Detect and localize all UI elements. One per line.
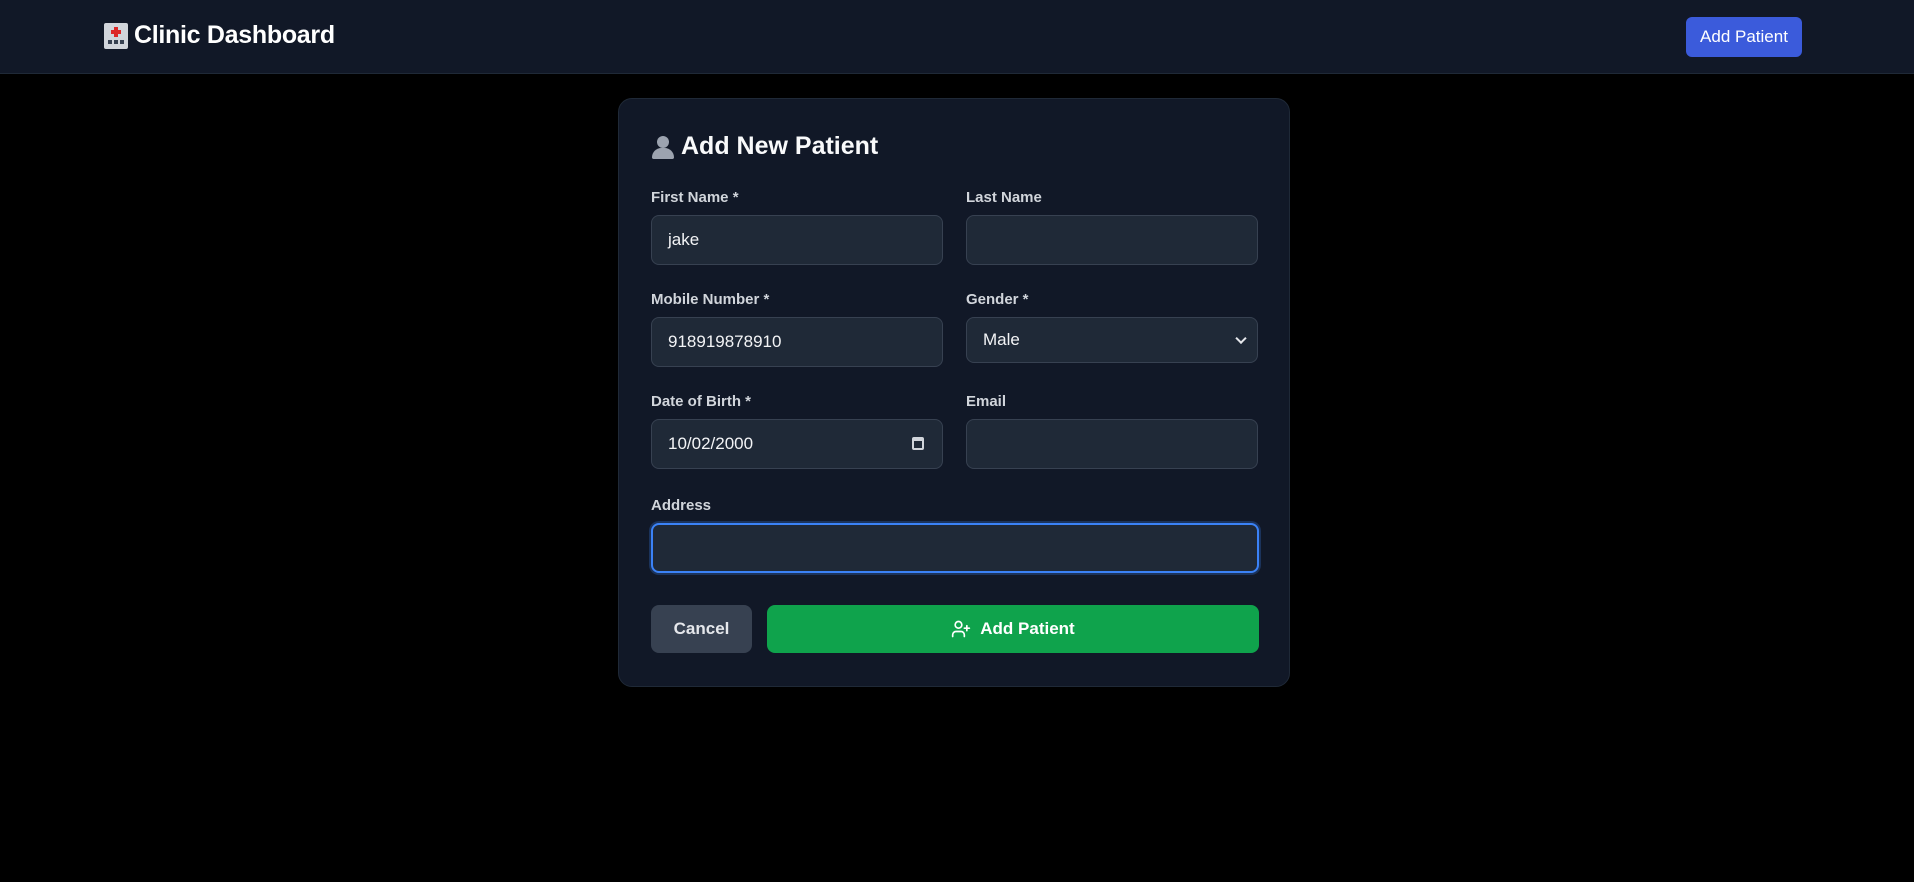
address-input[interactable]: [651, 523, 1259, 573]
mobile-number-input[interactable]: 918919878910: [651, 317, 943, 367]
dob-label: Date of Birth *: [651, 393, 752, 410]
calendar-icon[interactable]: [912, 437, 924, 450]
header-add-patient-button[interactable]: Add Patient: [1686, 17, 1802, 57]
address-label: Address: [651, 497, 712, 514]
last-name-input[interactable]: [966, 215, 1258, 265]
add-patient-submit-label: Add Patient: [980, 619, 1075, 638]
first-name-value: jake: [668, 230, 700, 249]
email-label: Email: [966, 393, 1007, 410]
user-plus-icon: [952, 620, 971, 638]
add-patient-submit-button[interactable]: Add Patient: [767, 605, 1259, 653]
dob-value: 10/02/2000: [668, 434, 754, 453]
add-patient-form-card: Add New Patient First Name * jake Last N…: [618, 98, 1290, 687]
email-input[interactable]: [966, 419, 1258, 469]
gender-select[interactable]: Male: [966, 317, 1258, 363]
form-title-text: Add New Patient: [681, 132, 879, 160]
first-name-label: First Name *: [651, 189, 739, 206]
person-icon: [651, 135, 675, 159]
top-navbar: Clinic Dashboard Add Patient: [0, 0, 1914, 74]
last-name-label: Last Name: [966, 189, 1042, 206]
gender-label: Gender *: [966, 291, 1029, 308]
hospital-icon: [104, 22, 128, 49]
mobile-number-value: 918919878910: [668, 332, 782, 351]
app-title: Clinic Dashboard: [134, 21, 335, 49]
brand: Clinic Dashboard: [104, 21, 335, 50]
gender-value: Male: [983, 330, 1020, 349]
cancel-button[interactable]: Cancel: [651, 605, 752, 653]
chevron-down-icon: [1235, 332, 1247, 345]
mobile-number-label: Mobile Number *: [651, 291, 770, 308]
form-title: Add New Patient: [651, 132, 878, 161]
dob-input[interactable]: 10/02/2000: [651, 419, 943, 469]
first-name-input[interactable]: jake: [651, 215, 943, 265]
